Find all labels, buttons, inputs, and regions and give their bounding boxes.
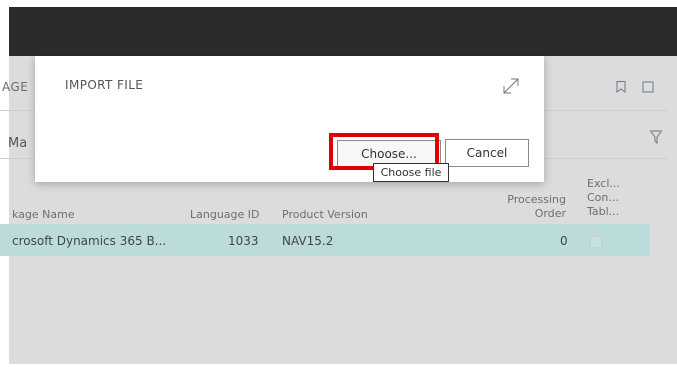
import-file-dialog: IMPORT FILE Choose... Cancel: [35, 56, 544, 182]
column-header-package-name[interactable]: kage Name: [12, 208, 75, 222]
column-header-language-id[interactable]: Language ID: [190, 208, 260, 222]
column-header-processing-order[interactable]: Processing Order: [500, 193, 566, 221]
column-header-exclude[interactable]: Excl... Con... Tabl...: [587, 177, 620, 219]
choose-tooltip: Choose file: [373, 163, 449, 182]
column-header-exclude-line2: Con...: [587, 191, 619, 204]
column-header-processing-order-line2: Order: [534, 207, 566, 220]
expand-icon[interactable]: [501, 76, 521, 96]
top-bar: [9, 7, 677, 56]
dialog-title: IMPORT FILE: [65, 78, 144, 92]
cell-product-version: NAV15.2: [282, 234, 334, 248]
column-header-exclude-line1: Excl...: [587, 177, 620, 190]
page-title: AGE: [2, 80, 29, 94]
filter-icon[interactable]: [650, 130, 662, 144]
cell-processing-order: 0: [560, 234, 568, 248]
cell-package-name[interactable]: crosoft Dynamics 365 B...: [12, 234, 166, 248]
more-icon[interactable]: [642, 81, 654, 93]
column-header-processing-order-line1: Processing: [507, 193, 566, 206]
tab-label[interactable]: Ma: [8, 136, 27, 151]
column-header-product-version[interactable]: Product Version: [282, 208, 368, 222]
column-header-exclude-line3: Tabl...: [587, 205, 620, 218]
exclude-checkbox[interactable]: [590, 236, 602, 248]
cancel-button[interactable]: Cancel: [445, 139, 529, 167]
bookmark-icon[interactable]: [616, 81, 626, 93]
cell-language-id: 1033: [228, 234, 259, 248]
